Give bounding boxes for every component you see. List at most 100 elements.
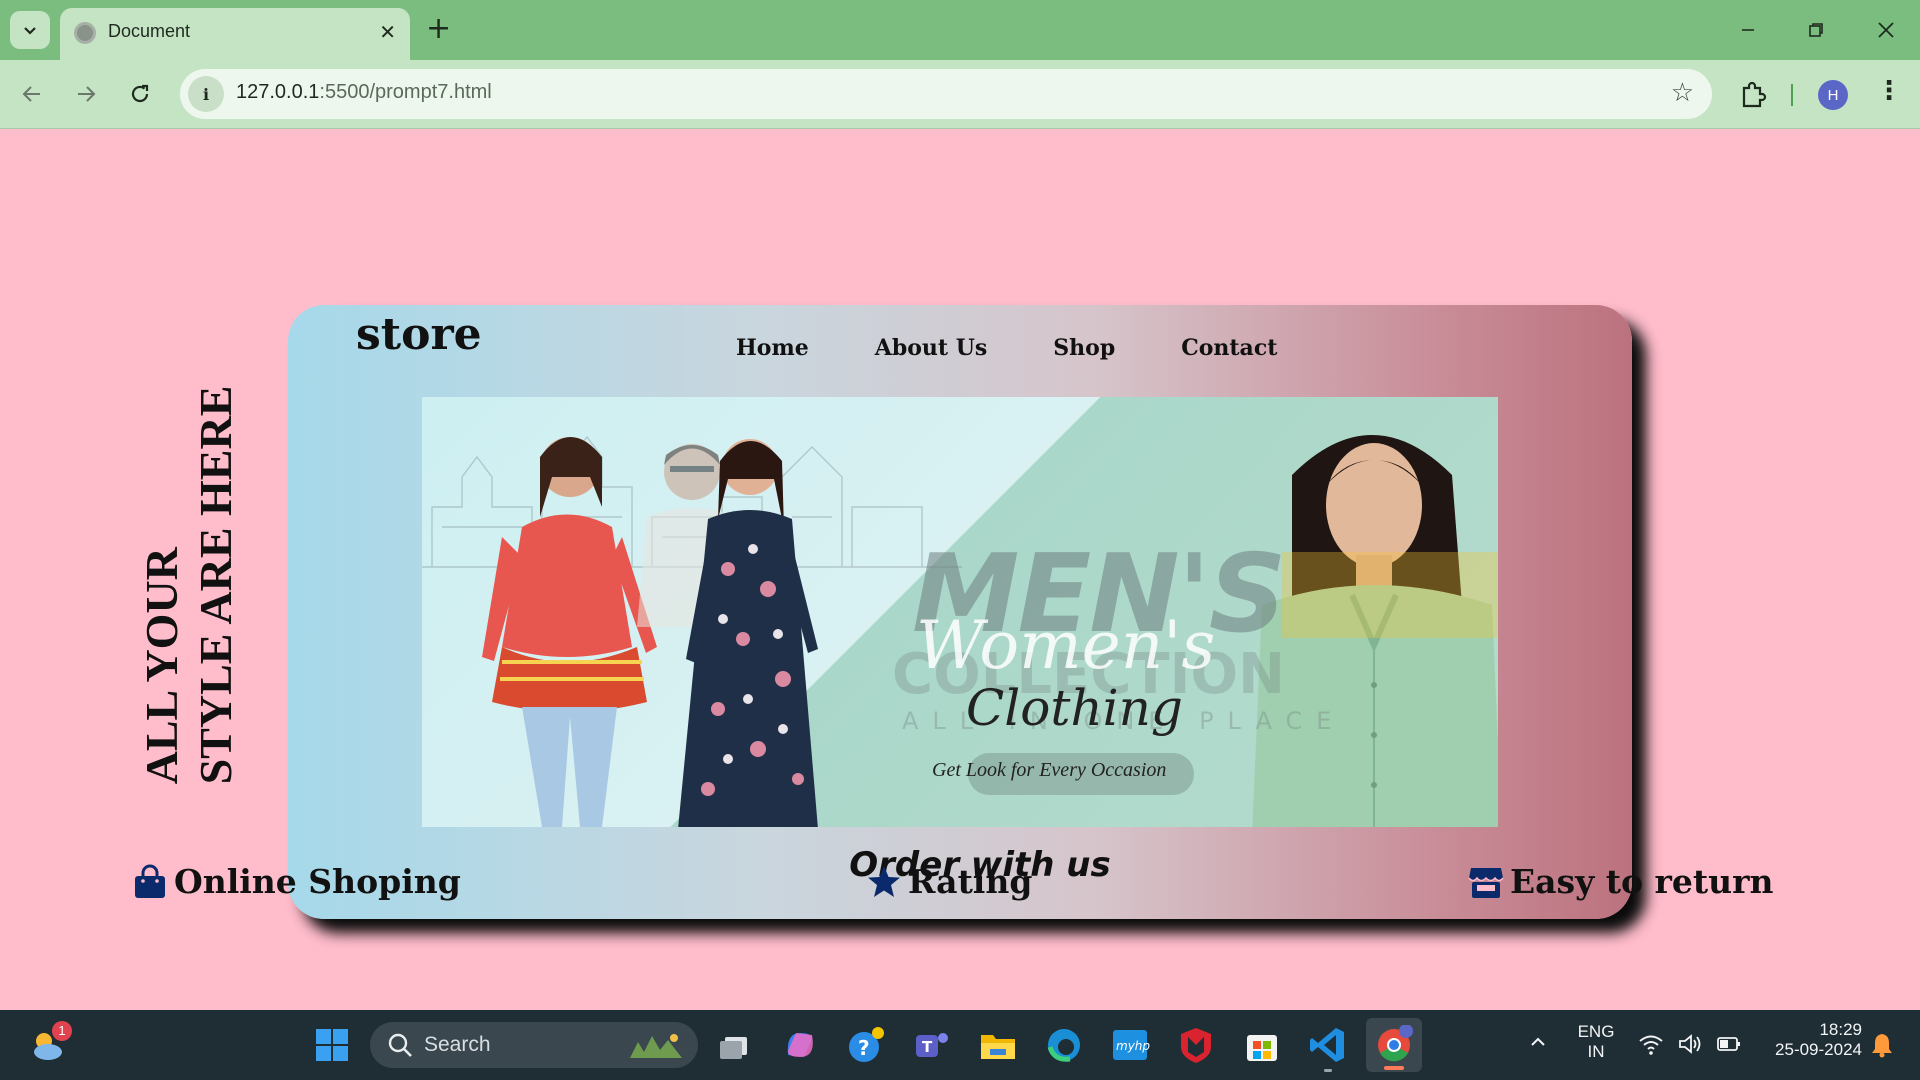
file-explorer-app[interactable] [978, 1025, 1018, 1065]
model-floral-dress-graphic [678, 439, 818, 827]
teams-app[interactable]: T [912, 1025, 952, 1065]
extensions-puzzle-icon[interactable] [1736, 78, 1770, 112]
brand-logo[interactable]: store [356, 309, 482, 360]
chrome-app-active[interactable] [1366, 1018, 1422, 1072]
region-code: IN [1587, 1042, 1605, 1061]
search-highlight-icon [630, 1034, 682, 1058]
show-hidden-icons-button[interactable] [1528, 1032, 1548, 1056]
edge-icon [1047, 1029, 1080, 1062]
back-button[interactable] [14, 76, 50, 112]
browser-tab-bar: Document ✕ + [0, 0, 1920, 60]
volume-icon [1679, 1034, 1701, 1054]
tab-close-icon[interactable]: ✕ [379, 20, 396, 44]
bell-icon [1872, 1034, 1892, 1058]
features-row: Online Shoping Rating Easy to return [0, 862, 1920, 922]
chevron-down-icon [24, 27, 36, 35]
wifi-icon [1639, 1035, 1663, 1055]
feature-label-online-shopping: Online Shoping [174, 862, 461, 901]
tab-title: Document [108, 21, 191, 41]
address-bar[interactable]: i 127.0.0.1:5500/prompt7.html ☆ [180, 69, 1712, 119]
svg-text:?: ? [858, 1036, 870, 1060]
myhp-app[interactable]: myhp [1110, 1025, 1150, 1065]
search-icon [388, 1033, 412, 1057]
network-volume-battery-group[interactable] [1638, 1032, 1742, 1060]
windows-logo-icon [316, 1029, 348, 1061]
feature-label-easy-return: Easy to return [1510, 862, 1774, 901]
copilot-app[interactable] [780, 1025, 820, 1065]
toolbar-divider [1791, 84, 1793, 106]
tab-search-button[interactable] [10, 11, 50, 49]
feature-easy-return: Easy to return [1468, 862, 1774, 901]
side-heading-text: ALL YOUR STYLE ARE HERE [135, 386, 243, 785]
banner-clothing-heading: Clothing [966, 679, 1183, 737]
yellow-accent-bar [1282, 552, 1498, 638]
folder-icon [981, 1035, 1015, 1059]
minimize-icon [1742, 29, 1754, 31]
feature-rating: Rating [866, 862, 1032, 901]
get-help-app[interactable]: ? [846, 1025, 886, 1065]
profile-avatar[interactable]: H [1818, 80, 1848, 110]
active-indicator [1384, 1066, 1404, 1070]
weather-badge: 1 [52, 1021, 72, 1041]
url-host: 127.0.0.1 [236, 81, 320, 103]
help-icon: ? [849, 1027, 884, 1062]
nav-about-us[interactable]: About Us [875, 335, 988, 361]
nav-contact[interactable]: Contact [1181, 335, 1277, 361]
feature-label-rating: Rating [908, 862, 1033, 901]
site-info-icon[interactable]: i [188, 76, 224, 112]
hero-card: store Home About Us Shop Contact MEN'S C… [288, 305, 1632, 919]
clock-date: 25-09-2024 [1775, 1040, 1862, 1059]
banner-tagline: Get Look for Every Occasion [932, 759, 1167, 781]
banner-womens-heading: Women's [916, 607, 1216, 684]
svg-text:T: T [922, 1038, 933, 1056]
bookmark-star-icon[interactable]: ☆ [1671, 78, 1694, 108]
url-text[interactable]: 127.0.0.1:5500/prompt7.html [236, 81, 492, 104]
edge-app[interactable] [1044, 1025, 1084, 1065]
start-button[interactable] [312, 1025, 352, 1065]
side-heading: ALL YOUR STYLE ARE HERE [134, 386, 244, 785]
taskbar-search[interactable]: Search [370, 1022, 698, 1068]
taskbar-search-placeholder: Search [424, 1033, 491, 1056]
feature-online-shopping: Online Shoping [132, 862, 461, 901]
language-code: ENG [1577, 1022, 1615, 1041]
tab-document[interactable]: Document ✕ [60, 8, 410, 60]
page-body: ALL YOUR STYLE ARE HERE store Home About… [0, 130, 1920, 1010]
store-icon [1468, 867, 1504, 898]
vscode-icon [1310, 1028, 1344, 1062]
nav-home[interactable]: Home [736, 335, 809, 361]
arrow-left-icon [22, 86, 40, 102]
vscode-app[interactable] [1308, 1025, 1348, 1072]
restore-button[interactable] [1796, 10, 1836, 50]
arrow-right-icon [78, 86, 96, 102]
chevron-up-icon [1531, 1037, 1545, 1046]
minimize-button[interactable] [1728, 10, 1768, 50]
close-icon [1878, 22, 1894, 38]
url-path: :5500/prompt7.html [319, 81, 492, 103]
task-view-icon [720, 1037, 747, 1059]
browser-menu-icon[interactable]: ⋮ [1876, 76, 1902, 106]
microsoft-store-app[interactable] [1242, 1025, 1282, 1065]
nav-shop[interactable]: Shop [1053, 335, 1115, 361]
language-indicator[interactable]: ENG IN [1568, 1022, 1624, 1062]
running-indicator [1324, 1069, 1332, 1072]
new-tab-button[interactable]: + [426, 12, 451, 46]
mcafee-app[interactable] [1176, 1025, 1216, 1065]
notifications-button[interactable] [1870, 1032, 1894, 1062]
clock[interactable]: 18:29 25-09-2024 [1752, 1020, 1862, 1060]
restore-icon [1809, 23, 1823, 37]
reload-icon [131, 84, 149, 103]
store-bag-icon [1247, 1035, 1277, 1061]
copilot-icon [787, 1033, 813, 1057]
side-heading-line-2: STYLE ARE HERE [190, 385, 241, 785]
myhp-icon: myhp [1113, 1030, 1150, 1060]
weather-widget[interactable]: 1 [28, 1021, 72, 1065]
browser-toolbar: i 127.0.0.1:5500/prompt7.html ☆ H ⋮ [0, 60, 1920, 129]
main-nav: Home About Us Shop Contact [736, 335, 1343, 361]
chrome-icon [1378, 1025, 1413, 1062]
clock-time: 18:29 [1819, 1020, 1862, 1039]
task-view-button[interactable] [715, 1025, 755, 1065]
forward-button[interactable] [68, 76, 104, 112]
star-icon [868, 865, 900, 897]
reload-button[interactable] [122, 76, 158, 112]
close-window-button[interactable] [1866, 10, 1906, 50]
